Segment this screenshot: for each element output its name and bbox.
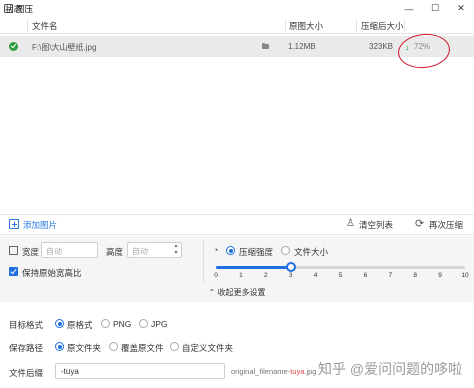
slider-tick-label: 3 [288, 272, 293, 279]
resize-icon [9, 246, 18, 255]
preview-suffix: .jpg [304, 367, 317, 376]
slider-tick-label: 0 [214, 272, 218, 279]
check-circle-icon [9, 42, 18, 51]
mode-strength-label[interactable]: 压缩强度 [239, 246, 273, 258]
slider-tick-label: 6 [363, 272, 368, 279]
stepper-up-icon[interactable]: ▲ [173, 243, 179, 249]
vertical-divider [203, 240, 204, 282]
column-header-filename[interactable]: 文件名 [32, 20, 58, 32]
format-jpg-radio[interactable] [139, 319, 148, 328]
slider-tick-label: 10 [461, 272, 469, 279]
preview-highlight: tuya [290, 367, 305, 376]
broom-icon[interactable]: ♙ [346, 218, 355, 229]
column-divider[interactable] [285, 20, 286, 31]
column-header-original-size[interactable]: 原图大小 [289, 20, 323, 32]
save-path-label: 保存路径 [9, 343, 44, 353]
format-png-label[interactable]: PNG [113, 319, 131, 329]
suffix-label: 文件后缀 [9, 368, 44, 378]
preview-prefix: original_filename- [231, 367, 291, 376]
watermark-text: 知乎 @爱问问题的哆啦 [318, 361, 463, 377]
format-original-radio[interactable] [55, 319, 64, 328]
column-divider[interactable] [404, 20, 405, 31]
column-header-compressed-size[interactable]: 压缩后大小 [361, 20, 404, 32]
clear-list-button[interactable]: 清空列表 [359, 219, 393, 231]
strength-slider-fill [216, 266, 291, 269]
height-label: 高度 [106, 247, 124, 257]
mode-filesize-label[interactable]: 文件大小 [294, 246, 328, 258]
original-size: 1.12MB [288, 42, 316, 51]
suffix-input[interactable]: -tuya [55, 363, 225, 379]
slider-tick-label: 5 [338, 272, 343, 279]
action-bar [0, 214, 474, 235]
save-original-folder-radio[interactable] [55, 342, 64, 351]
save-overwrite-label[interactable]: 覆盖原文件 [121, 342, 164, 354]
column-divider[interactable] [27, 20, 28, 31]
mode-filesize-radio[interactable] [281, 246, 290, 255]
compressed-size: 323KB [369, 42, 394, 51]
file-path: F:\图\大山壁纸.jpg [32, 43, 97, 52]
maximize-button[interactable]: ☐ [422, 0, 448, 17]
column-divider[interactable] [356, 20, 357, 31]
format-png-radio[interactable] [101, 319, 110, 328]
slider-tick-label: 2 [263, 272, 268, 279]
width-label: 宽度 [22, 247, 40, 257]
stepper-down-icon[interactable]: ▼ [173, 250, 179, 256]
keep-ratio-label[interactable]: 保持原始宽高比 [22, 267, 82, 279]
save-overwrite-radio[interactable] [109, 342, 118, 351]
collapse-settings-toggle[interactable]: ⌃ 收起更多设置 [0, 287, 474, 298]
slider-tick-label: 8 [413, 272, 417, 279]
close-button[interactable]: ✕ [448, 0, 474, 17]
filename-preview: original_filename-tuya.jpg [231, 367, 316, 376]
save-custom-folder-radio[interactable] [170, 342, 179, 351]
format-label: 目标格式 [9, 320, 44, 330]
strength-slider-thumb[interactable] [285, 262, 296, 272]
save-custom-folder-label[interactable]: 自定义文件夹 [182, 342, 233, 354]
save-original-folder-label[interactable]: 原文件夹 [67, 342, 101, 354]
minimize-button[interactable]: — [396, 0, 422, 17]
add-images-button[interactable]: 添加图片 [23, 219, 57, 231]
add-icon[interactable] [9, 219, 19, 229]
mode-strength-radio[interactable] [226, 246, 235, 255]
recompress-button[interactable]: 再次压缩 [429, 219, 463, 231]
slider-tick-label: 7 [388, 272, 393, 279]
slider-tick-label: 9 [438, 272, 442, 279]
slider-tick-label: 1 [239, 272, 243, 279]
format-original-label[interactable]: 原格式 [67, 319, 93, 331]
format-jpg-label[interactable]: JPG [151, 319, 168, 329]
width-input[interactable]: 自动 [41, 242, 98, 258]
slider-tick-label: 4 [313, 272, 318, 279]
column-header-status[interactable]: 状态 [5, 3, 22, 15]
keep-ratio-checkbox[interactable] [9, 267, 18, 276]
folder-icon[interactable] [262, 42, 269, 49]
repeat-icon[interactable]: ⟳ [415, 217, 424, 230]
signal-icon: ◔ [213, 245, 219, 255]
